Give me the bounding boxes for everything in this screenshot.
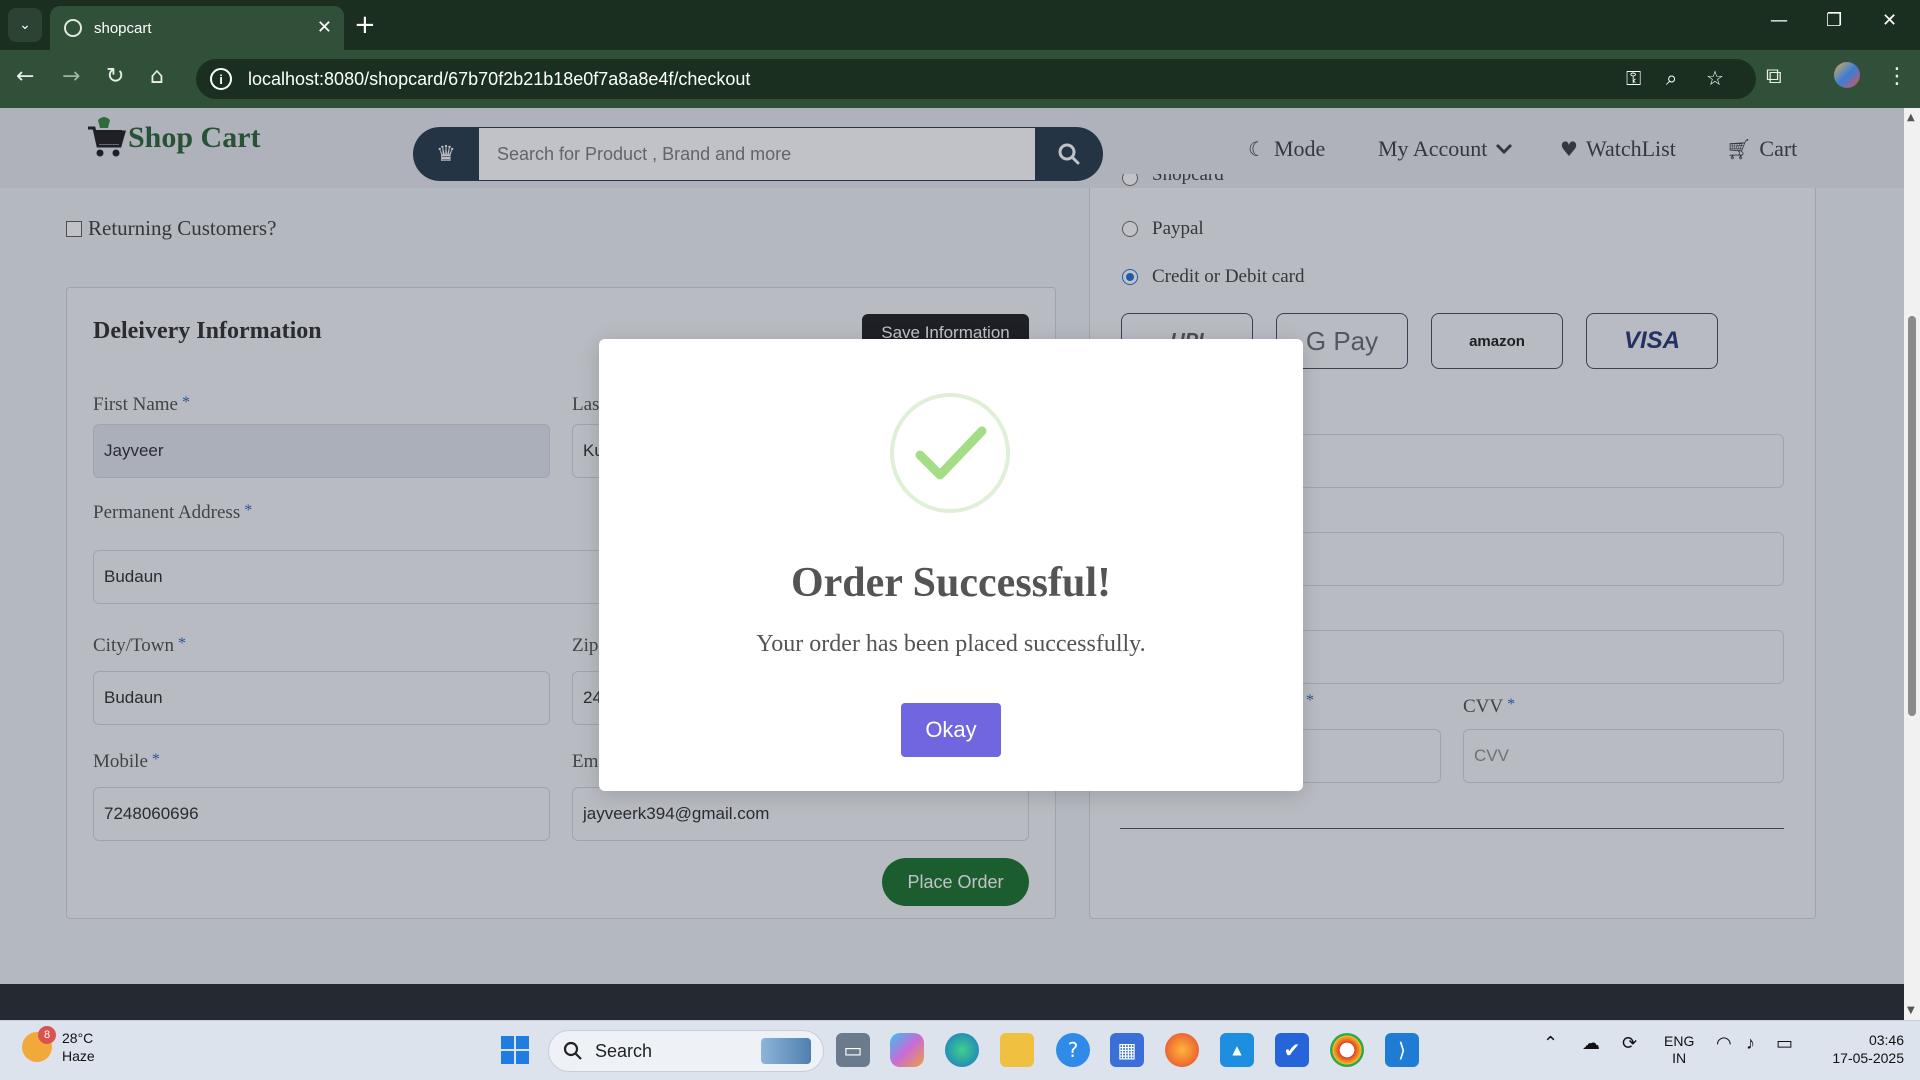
- help-icon[interactable]: ?: [1056, 1033, 1090, 1067]
- browser-tab[interactable]: shopcart ✕: [50, 6, 344, 50]
- clock-date: 17-05-2025: [1832, 1050, 1904, 1066]
- lang-bottom: IN: [1672, 1050, 1687, 1066]
- onedrive-icon[interactable]: ☁: [1582, 1033, 1600, 1054]
- site-info-icon[interactable]: i: [210, 68, 232, 90]
- file-explorer-icon[interactable]: [1000, 1033, 1034, 1067]
- firefox-icon[interactable]: [1165, 1033, 1199, 1067]
- search-highlight-icon: [761, 1038, 811, 1064]
- weather-condition: Haze: [62, 1048, 95, 1064]
- start-windows-icon[interactable]: [498, 1033, 532, 1067]
- battery-icon[interactable]: ▭: [1776, 1033, 1793, 1054]
- weather-widget[interactable]: 8 28°C Haze: [22, 1026, 95, 1065]
- zoom-icon[interactable]: ⌕: [1666, 66, 1677, 90]
- tray-chevron-icon[interactable]: ⌃: [1543, 1033, 1558, 1054]
- taskbar-search-label: Search: [595, 1040, 653, 1061]
- extensions-icon[interactable]: ⧉: [1766, 64, 1782, 89]
- tab-list-button[interactable]: ⌄: [8, 8, 42, 42]
- restore-button[interactable]: ❐: [1826, 10, 1842, 31]
- lang-top: ENG: [1664, 1033, 1695, 1049]
- tab-title: shopcart: [94, 19, 152, 37]
- scroll-down-icon[interactable]: ▼: [1907, 1005, 1915, 1016]
- clock[interactable]: 03:46 17-05-2025: [1816, 1031, 1904, 1067]
- order-success-dialog: Order Successful! Your order has been pl…: [599, 339, 1303, 791]
- volume-icon[interactable]: ♪: [1746, 1033, 1755, 1054]
- task-view-icon[interactable]: ▭: [836, 1033, 870, 1067]
- page-scrollbar[interactable]: ▲ ▼: [1904, 108, 1920, 1020]
- windows-taskbar: 8 28°C Haze Search ▭ ? ▦ ▲ ✔ ⟩ ⌃ ☁ ⟳ ENG…: [0, 1020, 1920, 1080]
- scroll-up-icon[interactable]: ▲: [1907, 112, 1915, 123]
- weather-sun-icon: 8: [22, 1026, 56, 1062]
- okay-button[interactable]: Okay: [901, 703, 1001, 757]
- modal-title: Order Successful!: [790, 560, 1112, 606]
- copilot-icon[interactable]: [890, 1033, 924, 1067]
- bookmark-star-icon[interactable]: ☆: [1706, 66, 1724, 90]
- vscode-icon[interactable]: ⟩: [1385, 1033, 1419, 1067]
- browser-tab-bar: ⌄ shopcart ✕ + — ❐ ✕: [0, 0, 1920, 50]
- url-text: localhost:8080/shopcard/67b70f2b21b18e0f…: [248, 68, 751, 89]
- modal-message: Your order has been placed successfully.: [756, 631, 1146, 657]
- minimize-button[interactable]: —: [1770, 10, 1788, 31]
- scrollbar-thumb[interactable]: [1908, 316, 1916, 716]
- sync-icon[interactable]: ⟳: [1622, 1033, 1637, 1054]
- app-icon[interactable]: ▲: [1220, 1033, 1254, 1067]
- window-close-button[interactable]: ✕: [1882, 10, 1897, 31]
- back-icon[interactable]: ←: [16, 64, 34, 89]
- weather-badge: 8: [38, 1026, 56, 1044]
- address-bar[interactable]: i localhost:8080/shopcard/67b70f2b21b18e…: [196, 59, 1756, 99]
- temperature: 28°C: [62, 1030, 94, 1046]
- menu-kebab-icon[interactable]: ⋮: [1886, 64, 1908, 89]
- chrome-icon[interactable]: [1330, 1033, 1364, 1067]
- forward-icon[interactable]: →: [62, 64, 80, 89]
- wifi-icon[interactable]: ◠: [1716, 1033, 1732, 1054]
- taskbar-search[interactable]: Search: [548, 1030, 824, 1072]
- success-check-icon: [890, 393, 1010, 513]
- store-icon[interactable]: ▦: [1110, 1033, 1144, 1067]
- globe-icon: [64, 19, 82, 37]
- password-key-icon[interactable]: ⚿: [1626, 66, 1641, 90]
- tab-close-icon[interactable]: ✕: [317, 17, 332, 38]
- taskbar-search-icon: [563, 1041, 582, 1060]
- browser-toolbar: ← → ↻ ⌂ i localhost:8080/shopcard/67b70f…: [0, 50, 1920, 108]
- edge-icon[interactable]: [945, 1033, 979, 1067]
- clock-time: 03:46: [1868, 1032, 1904, 1048]
- profile-avatar[interactable]: [1834, 62, 1860, 88]
- language-indicator[interactable]: ENG IN: [1664, 1033, 1694, 1067]
- new-tab-button[interactable]: +: [354, 10, 376, 40]
- home-icon[interactable]: ⌂: [150, 64, 164, 89]
- reload-icon[interactable]: ↻: [106, 64, 124, 89]
- todo-check-icon[interactable]: ✔: [1275, 1033, 1309, 1067]
